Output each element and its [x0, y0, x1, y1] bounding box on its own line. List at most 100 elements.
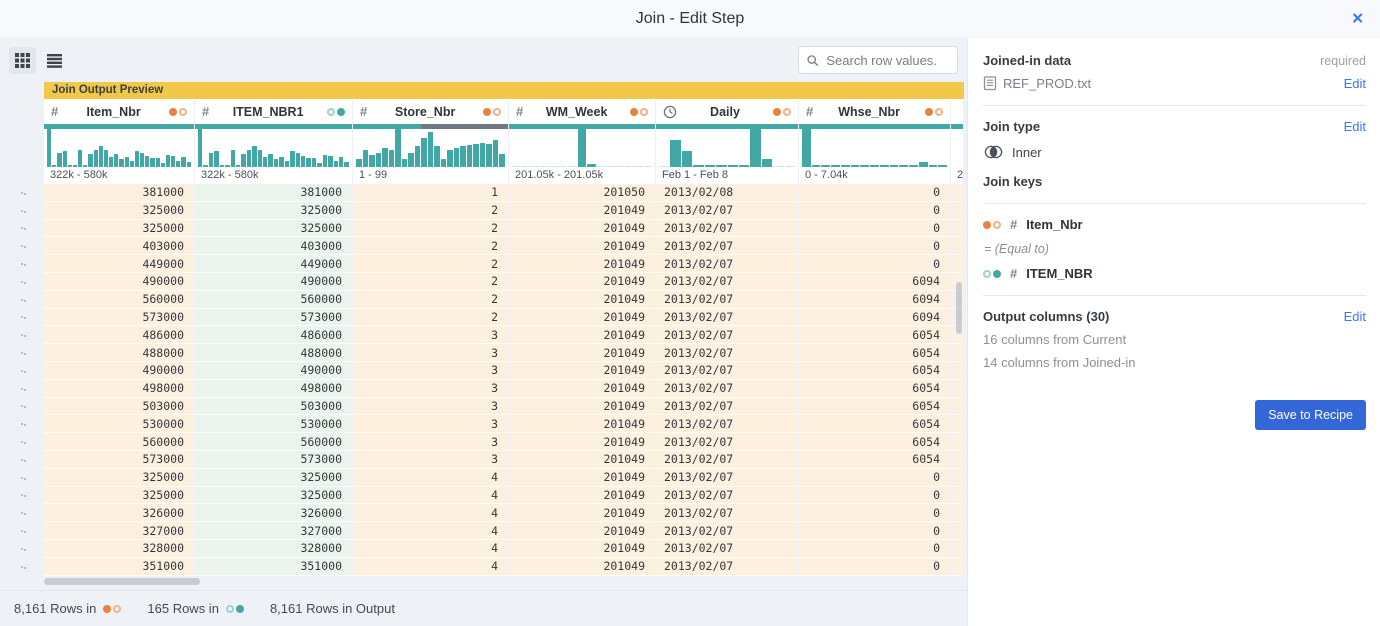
- histogram-bar[interactable]: [421, 138, 427, 167]
- histogram-bar[interactable]: [486, 144, 492, 167]
- histogram-bar[interactable]: [550, 166, 558, 167]
- save-to-recipe-button[interactable]: Save to Recipe: [1255, 400, 1366, 430]
- row-marker[interactable]: [0, 362, 44, 380]
- column-header[interactable]: Daily: [656, 99, 798, 124]
- quality-bar[interactable]: [951, 124, 963, 129]
- histogram-bar[interactable]: [187, 162, 191, 167]
- histogram-bar[interactable]: [312, 158, 316, 167]
- row-marker[interactable]: [0, 558, 44, 576]
- histogram-bar[interactable]: [705, 165, 715, 167]
- join-key-left[interactable]: # Item_Nbr: [983, 217, 1366, 232]
- histogram-bar[interactable]: [166, 155, 170, 167]
- histogram-bar[interactable]: [597, 166, 605, 167]
- quality-bar[interactable]: [799, 124, 950, 129]
- histogram-bar[interactable]: [512, 166, 520, 167]
- histogram-bar[interactable]: [88, 154, 92, 167]
- histogram-bar[interactable]: [540, 166, 548, 167]
- histogram-bar[interactable]: [150, 158, 154, 167]
- column-header[interactable]: #WM_Week: [509, 99, 655, 124]
- histogram-bar[interactable]: [750, 129, 760, 167]
- histogram-bar[interactable]: [802, 129, 811, 167]
- row-marker[interactable]: [0, 291, 44, 309]
- histogram-bar[interactable]: [306, 158, 310, 167]
- histogram-bar[interactable]: [328, 156, 332, 167]
- histogram-bar[interactable]: [447, 150, 453, 167]
- histogram-bar[interactable]: [682, 151, 692, 167]
- row-marker[interactable]: [0, 255, 44, 273]
- histogram-bar[interactable]: [499, 154, 505, 167]
- histogram-bar[interactable]: [785, 166, 795, 167]
- histogram-bar[interactable]: [176, 161, 180, 167]
- histogram-bar[interactable]: [274, 159, 278, 167]
- histogram-bar[interactable]: [285, 161, 289, 167]
- column-header[interactable]: R: [951, 99, 963, 124]
- column-Item_Nbr[interactable]: #Item_Nbr322k - 580k: [44, 99, 194, 184]
- vertical-scrollbar[interactable]: [956, 282, 962, 334]
- histogram-bar[interactable]: [225, 165, 229, 167]
- row-marker[interactable]: [0, 433, 44, 451]
- close-icon[interactable]: ✕: [1351, 11, 1364, 26]
- row-marker[interactable]: [0, 451, 44, 469]
- row-marker[interactable]: [0, 309, 44, 327]
- histogram-bar[interactable]: [47, 129, 51, 167]
- histogram-bar[interactable]: [841, 165, 850, 167]
- column-ITEM_NBR1[interactable]: #ITEM_NBR1322k - 580k: [195, 99, 352, 184]
- histogram-bar[interactable]: [870, 165, 879, 167]
- histogram-bar[interactable]: [929, 165, 938, 167]
- histogram-bar[interactable]: [382, 148, 388, 167]
- quality-bar[interactable]: [44, 124, 194, 129]
- histogram-bar[interactable]: [851, 165, 860, 167]
- histogram-bar[interactable]: [890, 165, 899, 167]
- histogram-bar[interactable]: [323, 155, 327, 167]
- row-marker[interactable]: [0, 504, 44, 522]
- histogram-bar[interactable]: [644, 166, 652, 167]
- histogram-bar[interactable]: [467, 145, 473, 167]
- row-marker[interactable]: [0, 380, 44, 398]
- histogram-bar[interactable]: [441, 159, 447, 167]
- histogram-bar[interactable]: [568, 166, 576, 167]
- row-marker[interactable]: [0, 237, 44, 255]
- histogram-bar[interactable]: [693, 165, 703, 167]
- histogram-bar[interactable]: [606, 166, 614, 167]
- histogram-bar[interactable]: [214, 151, 218, 167]
- histogram-bar[interactable]: [317, 163, 321, 167]
- histogram-bar[interactable]: [369, 155, 375, 167]
- horizontal-scrollbar[interactable]: [44, 578, 200, 585]
- histogram-bar[interactable]: [415, 146, 421, 167]
- histogram-bar[interactable]: [356, 159, 362, 167]
- row-marker[interactable]: [0, 398, 44, 416]
- histogram-bar[interactable]: [480, 143, 486, 167]
- histogram-bar[interactable]: [339, 157, 343, 167]
- search-box[interactable]: [798, 46, 958, 74]
- column-header[interactable]: #ITEM_NBR1: [195, 99, 352, 124]
- histogram-bar[interactable]: [94, 150, 98, 167]
- row-marker[interactable]: [0, 273, 44, 291]
- row-marker[interactable]: [0, 487, 44, 505]
- histogram-bar[interactable]: [909, 165, 918, 167]
- histogram-bar[interactable]: [99, 146, 103, 167]
- quality-bar[interactable]: [656, 124, 798, 129]
- histogram-bar[interactable]: [762, 159, 772, 167]
- histogram-bar[interactable]: [268, 154, 272, 167]
- histogram-bar[interactable]: [181, 157, 185, 167]
- histogram-bar[interactable]: [578, 129, 586, 167]
- histogram-bar[interactable]: [63, 151, 67, 167]
- histogram-bar[interactable]: [334, 161, 338, 167]
- row-marker[interactable]: [0, 522, 44, 540]
- histogram-bar[interactable]: [402, 159, 408, 167]
- histogram-bar[interactable]: [739, 165, 749, 167]
- histogram-bar[interactable]: [531, 166, 539, 167]
- histogram-bar[interactable]: [252, 146, 256, 167]
- list-view-button[interactable]: [41, 47, 68, 74]
- histogram-bar[interactable]: [659, 166, 669, 167]
- histogram-bar[interactable]: [938, 165, 947, 167]
- histogram-bar[interactable]: [236, 165, 240, 167]
- column-Whse_Nbr[interactable]: #Whse_Nbr0 - 7.04k: [799, 99, 950, 184]
- histogram-bar[interactable]: [919, 162, 928, 167]
- histogram-bar[interactable]: [428, 132, 434, 167]
- histogram-bar[interactable]: [860, 165, 869, 167]
- column-header[interactable]: #Item_Nbr: [44, 99, 194, 124]
- histogram-bar[interactable]: [241, 154, 245, 167]
- histogram-bar[interactable]: [559, 166, 567, 167]
- histogram-bar[interactable]: [454, 148, 460, 167]
